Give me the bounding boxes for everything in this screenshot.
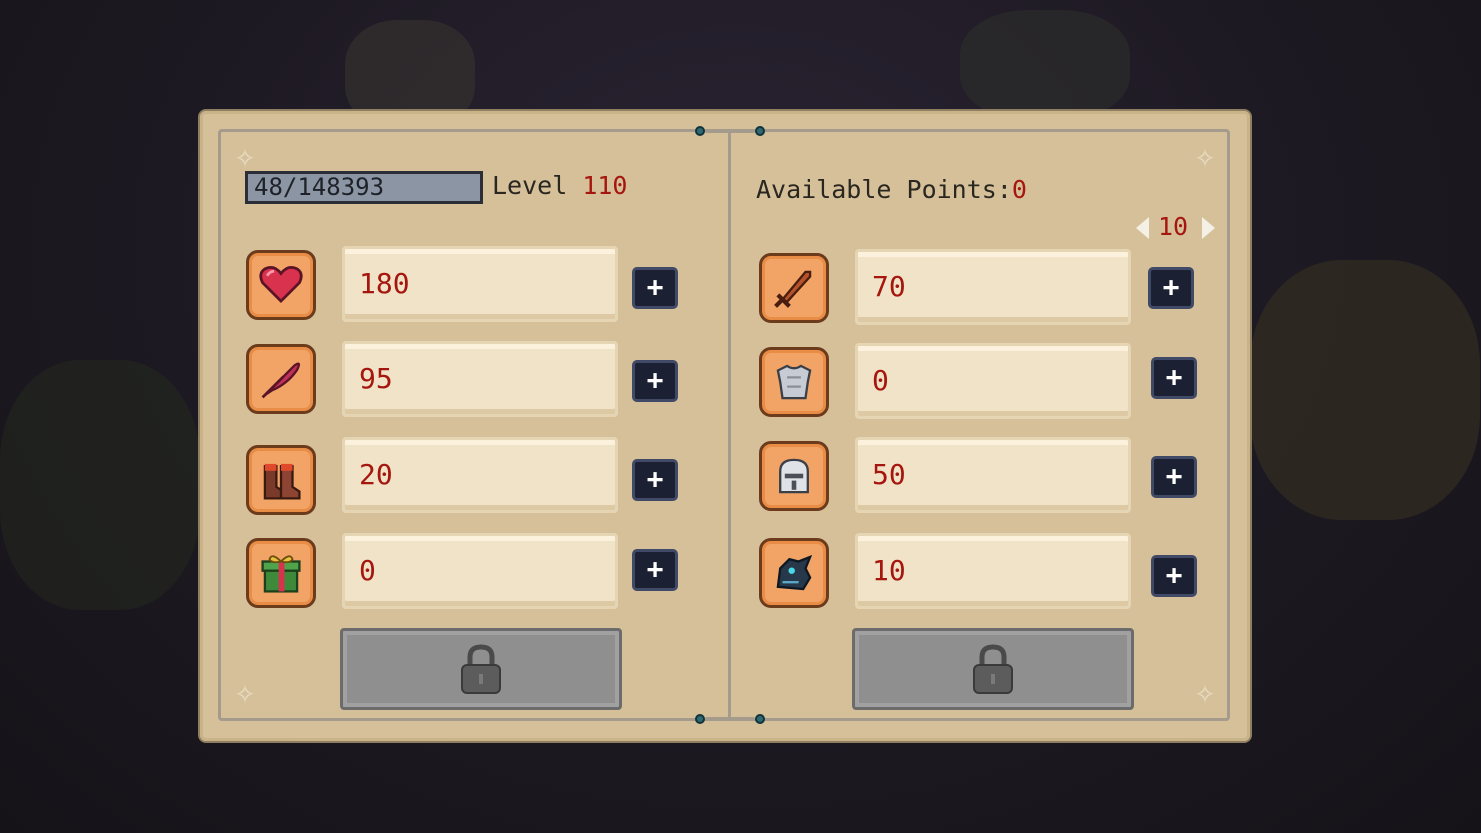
locked-button[interactable] [340, 628, 622, 710]
increase-stat-button[interactable]: + [632, 459, 678, 501]
stats-panel: ✧ ✧ ✧ ✧ 48/148393 Level 110 Available Po… [200, 111, 1250, 741]
stat-icon-frame [759, 538, 829, 608]
increase-stat-button[interactable]: + [632, 360, 678, 402]
padlock-icon [973, 644, 1013, 694]
increase-stat-button[interactable]: + [632, 549, 678, 591]
page-next-arrow-icon[interactable] [1202, 217, 1215, 239]
background-tree [960, 10, 1130, 120]
heart-icon [259, 266, 303, 304]
increase-stat-button[interactable]: + [1151, 357, 1197, 399]
padlock-icon [461, 644, 501, 694]
corner-ornament-icon: ✧ [1194, 672, 1216, 712]
stat-icon-frame [246, 344, 316, 414]
corner-ornament-icon: ✧ [1194, 136, 1216, 176]
stat-value-field: 10 [855, 533, 1131, 609]
level-display: Level 110 [492, 171, 627, 200]
stat-value-field: 20 [342, 437, 618, 513]
stat-icon-frame [246, 445, 316, 515]
stat-value-field: 50 [855, 437, 1131, 513]
locked-button[interactable] [852, 628, 1134, 710]
increase-stat-button[interactable]: + [1151, 456, 1197, 498]
gift-icon [261, 555, 301, 593]
xp-progress-bar: 48/148393 [245, 171, 483, 204]
available-points-value: 0 [1011, 175, 1027, 204]
stat-value-field: 0 [855, 343, 1131, 419]
available-points-label: Available Points: [756, 175, 1012, 204]
level-value: 110 [582, 171, 628, 200]
increase-stat-button[interactable]: + [1151, 555, 1197, 597]
top-clasp [695, 126, 765, 136]
stat-icon-frame [759, 347, 829, 417]
bottom-clasp [695, 714, 765, 724]
stat-icon-frame [246, 250, 316, 320]
dragon-head-icon [776, 554, 813, 591]
increase-stat-button[interactable]: + [632, 267, 678, 309]
stat-value-field: 180 [342, 246, 618, 322]
feather-icon [261, 362, 301, 399]
sword-icon [774, 270, 812, 308]
boots-icon [263, 463, 301, 500]
available-points: Available Points:0 [756, 175, 1027, 204]
increase-stat-button[interactable]: + [1148, 267, 1194, 309]
stat-value-field: 70 [855, 249, 1131, 325]
iron-helmet-icon [779, 458, 809, 494]
stat-value-field: 95 [342, 341, 618, 417]
background-tree [0, 360, 200, 610]
iron-chestplate-icon [776, 364, 812, 400]
background-tree [1250, 260, 1480, 520]
page-prev-arrow-icon[interactable] [1136, 217, 1149, 239]
stat-icon-frame [759, 441, 829, 511]
stat-icon-frame [246, 538, 316, 608]
page-selector-value: 10 [1158, 212, 1189, 241]
panel-divider [728, 131, 731, 721]
stat-icon-frame [759, 253, 829, 323]
stat-value-field: 0 [342, 533, 618, 609]
level-label: Level [492, 171, 568, 200]
corner-ornament-icon: ✧ [234, 672, 256, 712]
